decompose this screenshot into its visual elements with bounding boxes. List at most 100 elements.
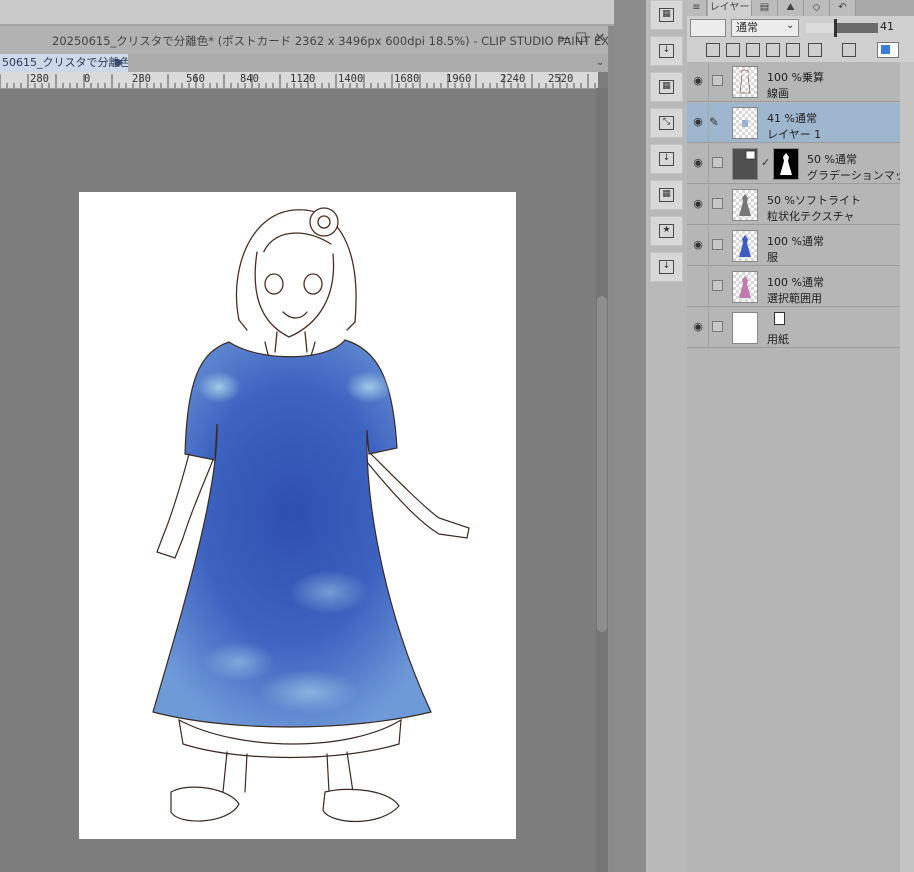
- dress-shape: [152, 339, 432, 728]
- eye-icon[interactable]: ◉: [692, 75, 704, 87]
- divider: [708, 144, 709, 184]
- eye-icon[interactable]: ◉: [692, 116, 704, 128]
- layer-row[interactable]: ◉ 100 %通常服: [687, 226, 900, 266]
- star-icon: ★: [659, 224, 674, 238]
- layer-row[interactable]: ◉ 100 %乗算 線画: [687, 62, 900, 102]
- lock-transparency-icon[interactable]: [786, 43, 800, 57]
- layer-row[interactable]: ◉ ✓ 50 %通常グラデーションマップ 1: [687, 144, 914, 184]
- layer-color-swatch: [881, 45, 890, 54]
- lock-icon[interactable]: [766, 43, 780, 57]
- layer-row[interactable]: ◉ 用紙: [687, 308, 900, 348]
- chevron-down-icon[interactable]: ⌄: [786, 20, 794, 31]
- close-button[interactable]: ✕: [592, 30, 608, 48]
- tab-mountain-icon[interactable]: ⛰: [778, 0, 804, 16]
- layer-mask-thumbnail[interactable]: [773, 148, 799, 180]
- layer-row[interactable]: ◉ 50 %ソフトライト 粒状化テクスチャ: [687, 185, 900, 225]
- eye-icon[interactable]: [692, 280, 704, 292]
- layer-blend-info: 50 %通常: [807, 153, 857, 166]
- ruler-label: 1120: [290, 73, 316, 85]
- tab-layer-property[interactable]: ▤: [752, 0, 778, 16]
- document-tab[interactable]: 50615_クリスタで分離色*: [0, 54, 128, 72]
- reference-icon[interactable]: [726, 43, 740, 57]
- mask-icon[interactable]: [808, 43, 822, 57]
- layer-thumbnail[interactable]: [732, 189, 758, 221]
- layer-blend-info: 100 %通常: [767, 276, 824, 289]
- dock-gap: [614, 0, 646, 872]
- window-title: 20250615_クリスタで分離色* (ポストカード 2362 x 3496px…: [52, 34, 610, 48]
- top-toolbar-strip: [0, 0, 646, 24]
- vertical-scrollbar-thumb[interactable]: [597, 296, 607, 632]
- palette-button-grid-2[interactable]: ▦: [650, 72, 683, 102]
- grid-icon: ▦: [659, 80, 674, 94]
- opacity-value[interactable]: 41: [880, 20, 894, 33]
- lock-checkbox[interactable]: [712, 321, 723, 332]
- layer-thumbnail[interactable]: [732, 148, 758, 180]
- paper-icon: [774, 312, 785, 325]
- palette-button-import[interactable]: ↓: [650, 36, 683, 66]
- layer-name: 線画: [767, 87, 789, 100]
- divider: [708, 226, 709, 266]
- opacity-slider-handle[interactable]: [833, 19, 837, 37]
- download-icon: ↓: [659, 260, 674, 274]
- ruler-label: 1680: [394, 73, 420, 85]
- layer-name: 選択範囲用: [767, 292, 822, 305]
- layer-name: 用紙: [767, 333, 789, 346]
- palette-button-import-3[interactable]: ↓: [650, 252, 683, 282]
- tab-3d-icon[interactable]: ◇: [804, 0, 830, 16]
- maximize-button[interactable]: ☐: [573, 30, 589, 48]
- lock-checkbox[interactable]: [712, 157, 723, 168]
- clip-icon[interactable]: [706, 43, 720, 57]
- divider: [708, 62, 709, 102]
- divider: [708, 267, 709, 307]
- minimize-button[interactable]: —: [556, 30, 572, 48]
- palette-button-grid[interactable]: ▦: [650, 0, 683, 30]
- illustration: [152, 207, 470, 823]
- lock-checkbox[interactable]: [712, 75, 723, 86]
- layer-row[interactable]: 100 %通常 選択範囲用: [687, 267, 900, 307]
- layer-name: グラデーションマップ 1: [807, 169, 914, 182]
- eye-icon[interactable]: ◉: [692, 198, 704, 210]
- lock-checkbox[interactable]: [712, 239, 723, 250]
- eye-icon[interactable]: ◉: [692, 239, 704, 251]
- ruler-label: 280: [30, 73, 49, 85]
- layer-blend-info: 41 %通常: [767, 112, 817, 125]
- palette-button-import-2[interactable]: ↓: [650, 144, 683, 174]
- tab-history-icon[interactable]: ↶: [830, 0, 856, 16]
- lock-checkbox[interactable]: [712, 280, 723, 291]
- layer-blend-info: 100 %通常: [767, 235, 824, 248]
- mask-link-icon: ✓: [761, 156, 771, 169]
- ruler-label: 560: [186, 73, 205, 85]
- layer-color-dropdown[interactable]: [690, 19, 726, 37]
- layer-panel-scrollbar[interactable]: [900, 62, 914, 872]
- draft-icon[interactable]: [746, 43, 760, 57]
- tab-layer[interactable]: レイヤー: [708, 0, 752, 16]
- layer-thumbnail[interactable]: [732, 66, 758, 98]
- ruler-label: 0: [84, 73, 91, 85]
- layer-thumbnail[interactable]: [732, 230, 758, 262]
- layer-name: レイヤー 1: [767, 128, 822, 141]
- tab-list-chevron-icon[interactable]: ⌄: [596, 54, 604, 72]
- ruler-link-icon[interactable]: [842, 43, 856, 57]
- download-icon: ↓: [659, 152, 674, 166]
- ruler-label: 2240: [500, 73, 526, 85]
- layer-thumbnail[interactable]: [732, 312, 758, 344]
- tab-modified-dot[interactable]: ●: [114, 54, 122, 72]
- layer-thumbnail[interactable]: [732, 107, 758, 139]
- eye-icon[interactable]: ◉: [692, 321, 704, 333]
- palette-button-grid-3[interactable]: ▦: [650, 180, 683, 210]
- palette-button-favorite[interactable]: ★: [650, 216, 683, 246]
- layer-name: 粒状化テクスチャ: [767, 210, 855, 223]
- grid-icon: ▦: [659, 188, 674, 202]
- panel-menu-icon[interactable]: ≡: [687, 0, 707, 16]
- layer-name: 服: [767, 251, 778, 264]
- lock-checkbox[interactable]: [712, 198, 723, 209]
- layer-blend-info: 50 %ソフトライト: [767, 194, 861, 207]
- opacity-slider[interactable]: [806, 23, 878, 33]
- canvas-paper[interactable]: [79, 192, 516, 839]
- palette-button-transform[interactable]: ⤡: [650, 108, 683, 138]
- layer-thumbnail[interactable]: [732, 271, 758, 303]
- ruler-label: 2520: [548, 73, 574, 85]
- divider: [708, 185, 709, 225]
- eye-icon[interactable]: ◉: [692, 157, 704, 169]
- layer-row[interactable]: ◉ ✎ 41 %通常 レイヤー 1: [687, 103, 900, 143]
